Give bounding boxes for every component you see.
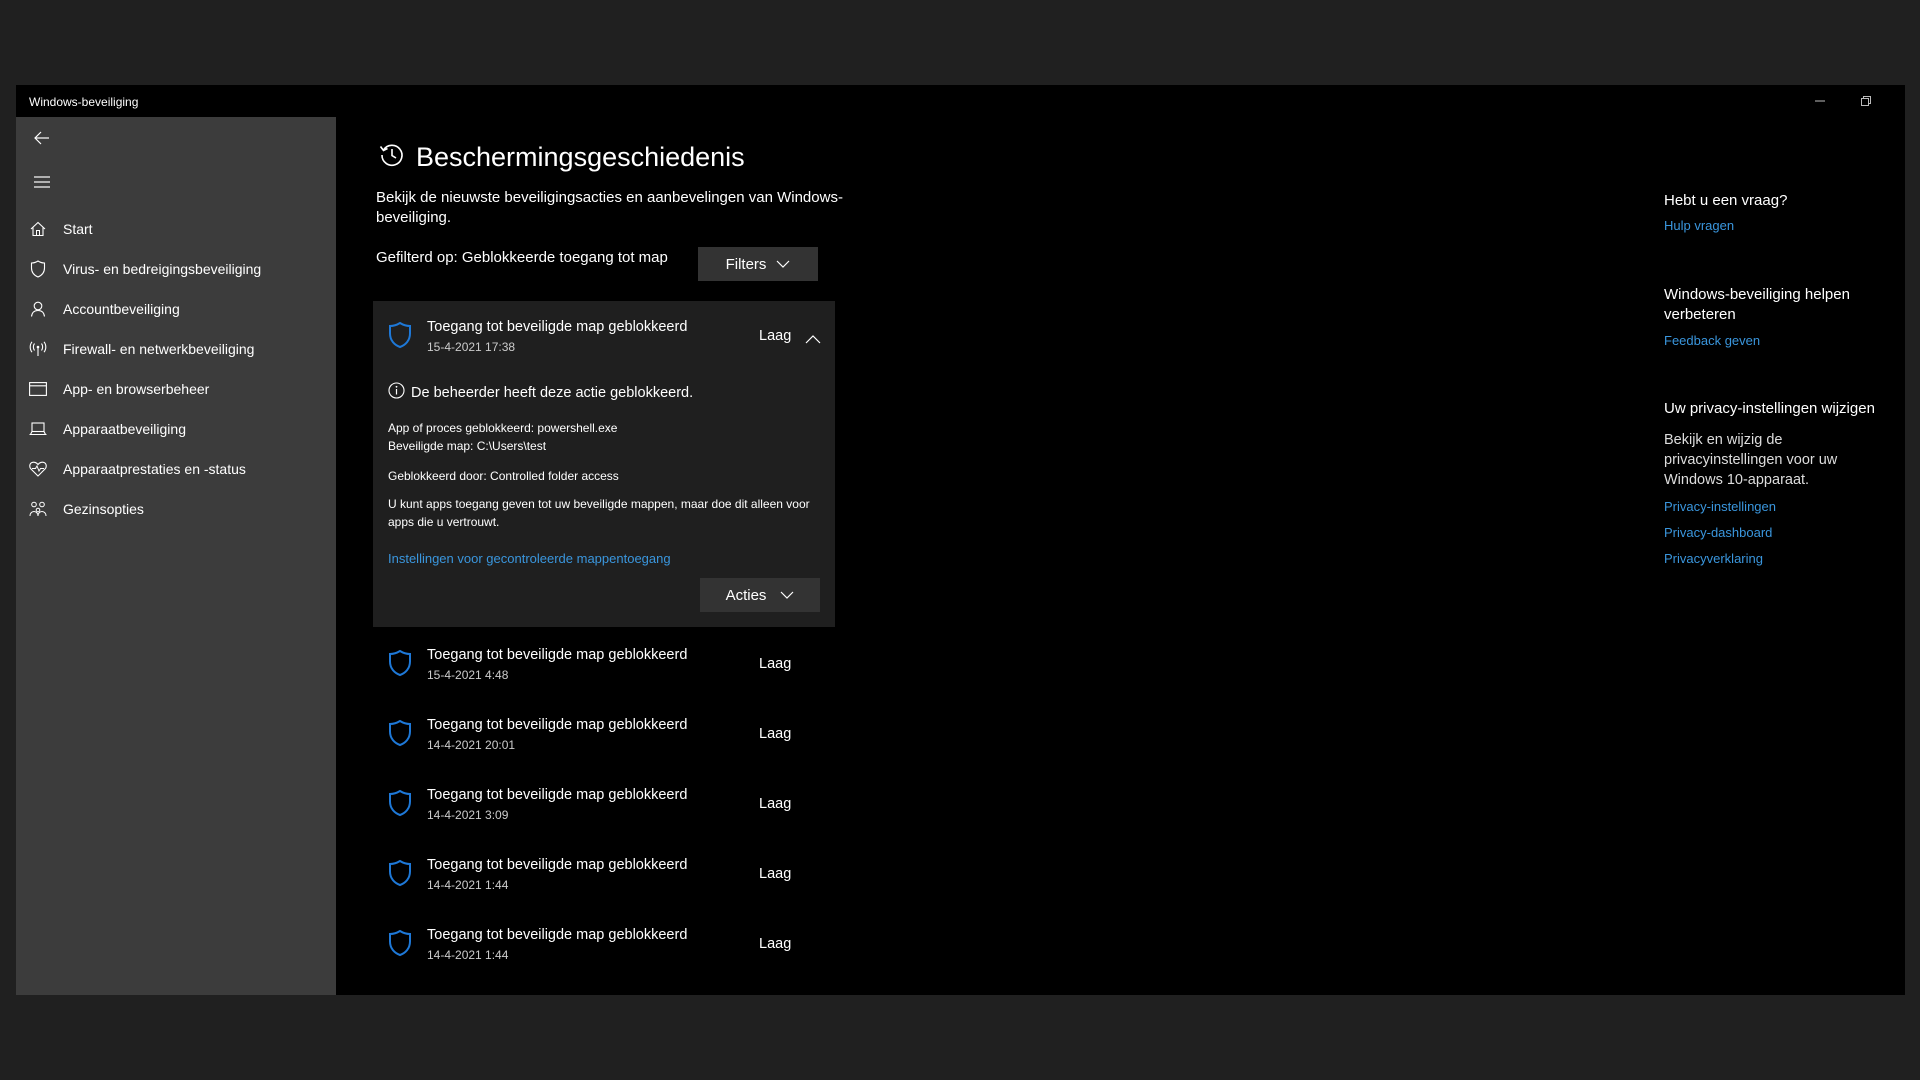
shield-outline-icon [387,649,413,682]
history-item[interactable]: Toegang tot beveiligde map geblokkeerd 1… [373,909,835,979]
shield-outline-icon [387,321,413,354]
sidebar-item-label: Firewall- en netwerkbeveiliging [63,341,255,357]
history-item[interactable]: Toegang tot beveiligde map geblokkeerd 1… [373,769,835,839]
app-window: Windows-beveiliging Start Virus- en bedr… [16,85,1905,995]
help-link[interactable]: Hulp vragen [1664,218,1734,233]
item-severity: Laag [759,866,792,882]
main-content: Beschermingsgeschiedenis Bekijk de nieuw… [336,117,1905,995]
sidebar-item-device-security[interactable]: Apparaatbeveiliging [16,409,336,449]
browser-window-icon [28,379,48,399]
sidebar-item-label: Apparaatbeveiliging [63,421,186,437]
sidebar-item-label: Apparaatprestaties en -status [63,461,246,477]
actions-button-label: Acties [725,586,767,604]
chevron-down-icon [780,591,794,599]
shield-outline-icon [387,859,413,892]
filters-button[interactable]: Filters [698,247,818,281]
sidebar-item-label: App- en browserbeheer [63,381,210,397]
filters-button-label: Filters [725,255,767,273]
shield-outline-icon [387,929,413,962]
privacy-heading: Uw privacy-instellingen wijzigen [1664,400,1875,417]
item-severity: Laag [759,936,792,952]
item-severity: Laag [759,726,792,742]
history-item[interactable]: Toegang tot beveiligde map geblokkeerd 1… [373,839,835,909]
item-severity: Laag [759,656,792,672]
shield-outline-icon [387,789,413,822]
sidebar-item-start[interactable]: Start [16,209,336,249]
title-bar: Windows-beveiliging [16,85,1905,117]
item-title: Toegang tot beveiligde map geblokkeerd [427,857,688,873]
item-date: 15-4-2021 4:48 [427,668,509,682]
item-severity: Laag [759,796,792,812]
item-severity: Laag [759,328,792,344]
sidebar-item-virus[interactable]: Virus- en bedreigingsbeveiliging [16,249,336,289]
sidebar-item-label: Start [63,221,93,237]
item-title: Toegang tot beveiligde map geblokkeerd [427,927,688,943]
page-header: Beschermingsgeschiedenis [378,141,745,174]
admin-note: De beheerder heeft deze actie geblokkeer… [388,382,693,403]
question-heading: Hebt u een vraag? [1664,192,1788,209]
info-icon [388,382,405,403]
protected-folder-line: Beveiligde map: C:\Users\test [388,439,547,453]
feedback-link[interactable]: Feedback geven [1664,333,1760,348]
page-subtitle: Bekijk de nieuwste beveiligingsacties en… [376,189,843,226]
item-title: Toegang tot beveiligde map geblokkeerd [427,647,688,663]
history-clock-icon [378,141,406,174]
shield-outline-icon [387,719,413,752]
folder-access-settings-link[interactable]: Instellingen voor gecontroleerde mappent… [388,551,671,566]
info-text: U kunt apps toegang geven tot uw beveili… [388,497,810,529]
family-icon [28,499,48,519]
chevron-up-icon[interactable] [805,331,821,349]
sidebar-item-label: Accountbeveiliging [63,301,180,317]
blocked-by-line: Geblokkeerd door: Controlled folder acce… [388,469,619,483]
window-title: Windows-beveiliging [29,95,139,109]
antenna-icon [28,339,48,359]
privacy-text: Bekijk en wijzig de privacyinstellingen … [1664,432,1838,488]
item-title: Toegang tot beveiligde map geblokkeerd [427,717,688,733]
item-date: 14-4-2021 20:01 [427,738,516,752]
sidebar-item-label: Gezinsopties [63,501,144,517]
sidebar-item-firewall[interactable]: Firewall- en netwerkbeveiliging [16,329,336,369]
sidebar-item-device-performance[interactable]: Apparaatprestaties en -status [16,449,336,489]
item-title: Toegang tot beveiligde map geblokkeerd [427,787,688,803]
person-icon [28,299,48,319]
item-date: 15-4-2021 17:38 [427,340,516,354]
shield-icon [28,259,48,279]
item-title: Toegang tot beveiligde map geblokkeerd [427,319,688,335]
hamburger-menu-icon[interactable] [26,166,58,198]
privacy-settings-link[interactable]: Privacy-instellingen [1664,499,1776,514]
history-item[interactable]: Toegang tot beveiligde map geblokkeerd 1… [373,699,835,769]
admin-note-text: De beheerder heeft deze actie geblokkeer… [411,384,694,401]
heart-pulse-icon [28,459,48,479]
privacy-dashboard-link[interactable]: Privacy-dashboard [1664,525,1772,540]
actions-button[interactable]: Acties [700,578,820,612]
history-item[interactable]: Toegang tot beveiligde map geblokkeerd 1… [373,629,835,699]
laptop-icon [28,419,48,439]
chevron-down-icon [776,260,790,268]
home-icon [28,219,48,239]
item-date: 14-4-2021 1:44 [427,878,509,892]
minimize-icon[interactable] [1800,89,1840,113]
sidebar-item-app-browser[interactable]: App- en browserbeheer [16,369,336,409]
page-title: Beschermingsgeschiedenis [416,142,745,172]
improve-heading: Windows-beveiliging helpen verbeteren [1664,286,1850,323]
sidebar: Start Virus- en bedreigingsbeveiliging A… [16,117,336,995]
item-date: 14-4-2021 3:09 [427,808,509,822]
sidebar-item-label: Virus- en bedreigingsbeveiliging [63,261,262,277]
privacy-statement-link[interactable]: Privacyverklaring [1664,551,1763,566]
history-item-expanded[interactable]: Toegang tot beveiligde map geblokkeerd 1… [373,301,835,627]
item-date: 14-4-2021 1:44 [427,948,509,962]
restore-icon[interactable] [1846,89,1886,113]
sidebar-item-account[interactable]: Accountbeveiliging [16,289,336,329]
back-arrow-icon[interactable] [26,122,58,154]
filter-status: Gefilterd op: Geblokkeerde toegang tot m… [376,249,668,266]
sidebar-item-family[interactable]: Gezinsopties [16,489,336,529]
blocked-app-line: App of proces geblokkeerd: powershell.ex… [388,421,618,435]
